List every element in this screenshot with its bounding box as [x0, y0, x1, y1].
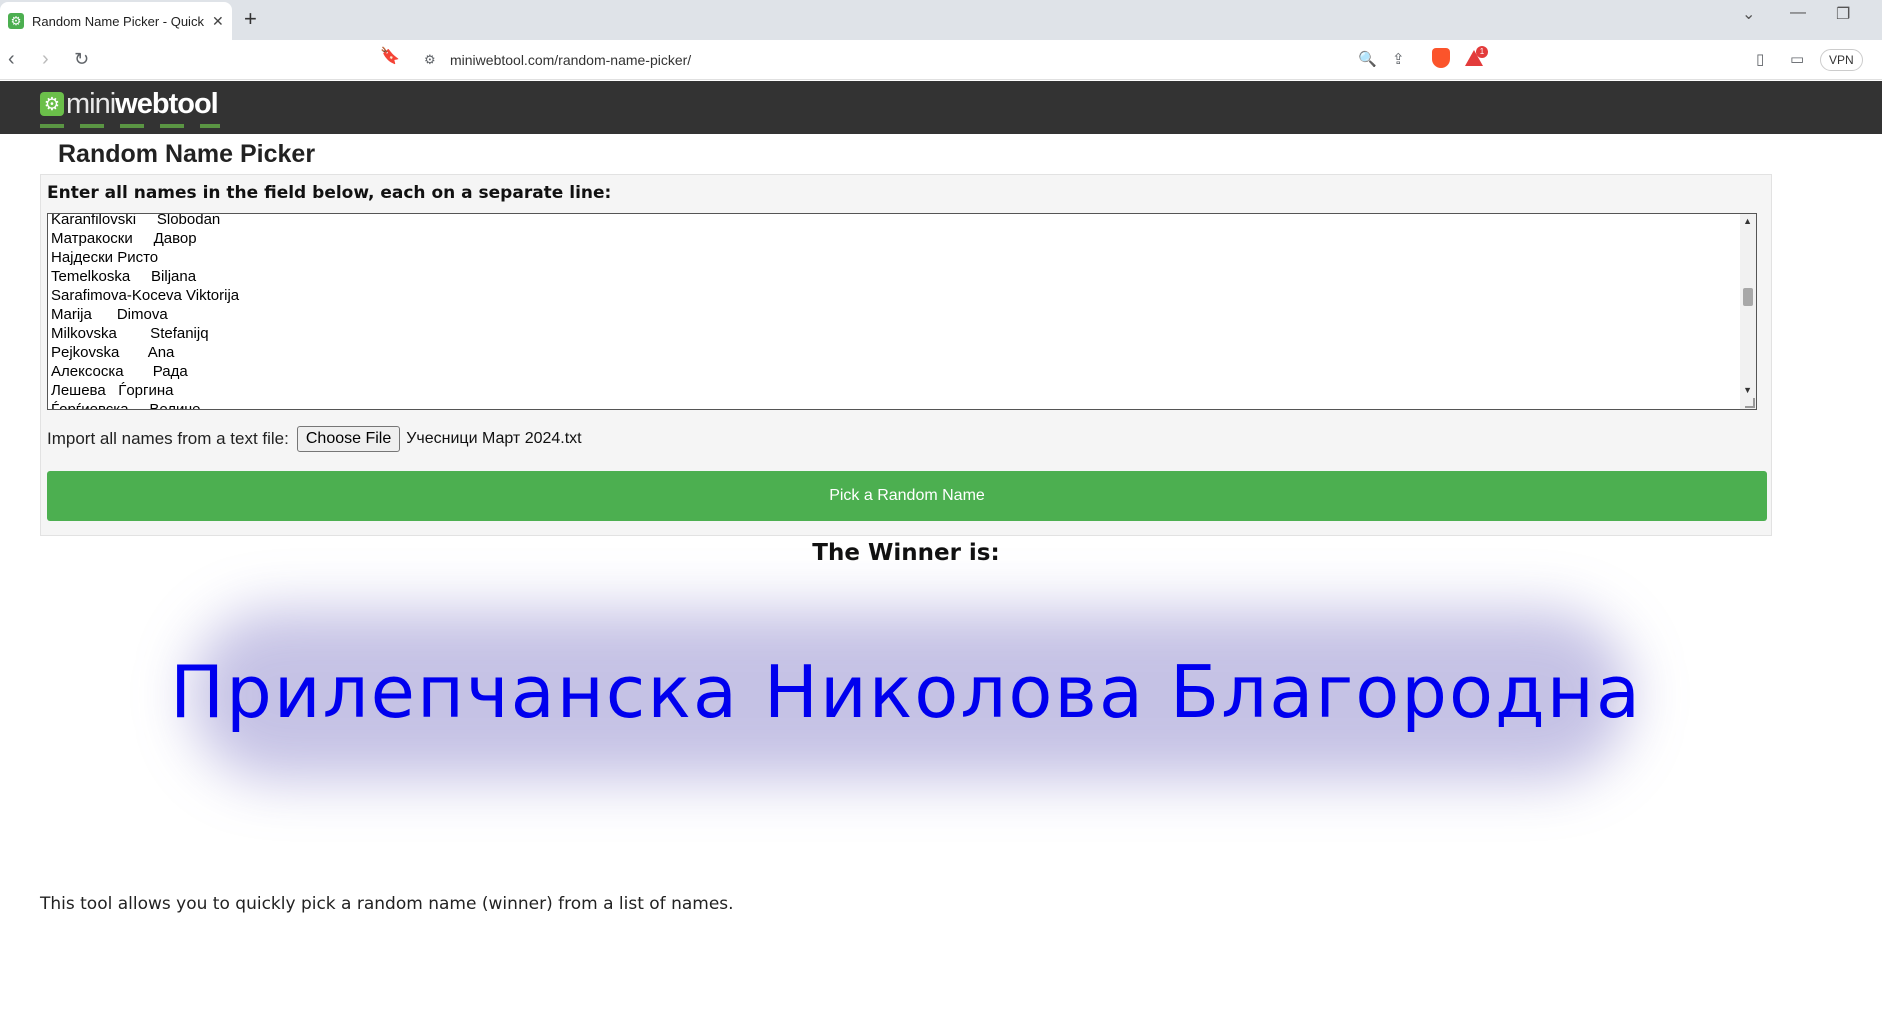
names-list: Karanfilovski Slobodan Матракоски Давор На… [51, 213, 240, 410]
names-textarea[interactable]: Karanfilovski Slobodan Матракоски Давор На… [47, 213, 1757, 410]
winner-label: The Winner is: [812, 540, 1000, 566]
name-line: Sarafimova-Koceva Viktorija [51, 287, 240, 304]
share-icon[interactable]: ⇪ [1392, 50, 1405, 68]
new-tab-icon[interactable]: + [244, 6, 257, 32]
tab-title: Random Name Picker - Quickly [32, 13, 204, 29]
chevron-down-icon[interactable]: ⌄ [1742, 4, 1755, 24]
name-line: Алексоска Рада [51, 363, 188, 380]
pick-random-name-button[interactable]: Pick a Random Name [47, 471, 1767, 521]
logo-text-bold: webtool [115, 87, 219, 120]
wallet-icon[interactable]: ▭ [1790, 50, 1804, 68]
site-settings-icon[interactable]: ⚙ [424, 52, 436, 68]
logo-text-light: mini [66, 87, 116, 120]
import-label: Import all names from a text file: [47, 429, 289, 448]
url-text: miniwebtool.com/random-name-picker/ [450, 52, 692, 68]
scroll-thumb[interactable] [1743, 288, 1753, 306]
resize-grip-icon[interactable] [1745, 398, 1755, 408]
name-line: Матракоски Давор [51, 230, 197, 247]
minimize-icon[interactable]: — [1790, 4, 1806, 22]
sidebar-icon[interactable]: ▯ [1756, 50, 1764, 68]
restore-icon[interactable]: ❐ [1836, 4, 1850, 24]
browser-toolbar: ‹ › ↻ 🔖 ⚙ miniwebtool.com/random-name-pi… [0, 40, 1882, 80]
choose-file-button[interactable]: Choose File [296, 426, 401, 452]
bookmark-icon[interactable]: 🔖 [380, 46, 400, 66]
browser-tab-bar: ⚙ Random Name Picker - Quickly ✕ + ⌄ — ❐ [0, 0, 1882, 40]
name-line: Karanfilovski Slobodan [51, 213, 221, 228]
textarea-scrollbar[interactable]: ▲ ▼ [1740, 214, 1756, 409]
logo-underline [40, 124, 220, 128]
vpn-button[interactable]: VPN [1820, 49, 1863, 71]
site-header: ⚙ mini webtool [0, 81, 1882, 134]
selected-file-name: Учесници Март 2024.txt [406, 430, 582, 447]
name-line: Најдески Ристо [51, 249, 159, 266]
tool-description: This tool allows you to quickly pick a r… [40, 894, 734, 914]
import-row: Import all names from a text file: Choos… [47, 426, 582, 452]
site-logo[interactable]: ⚙ mini webtool [40, 87, 219, 120]
gear-icon: ⚙ [40, 92, 64, 116]
name-line: Milkovska Stefanijq [51, 325, 209, 342]
scroll-down-icon[interactable]: ▼ [1743, 385, 1752, 395]
page-title: Random Name Picker [58, 140, 316, 168]
name-line: Ѓорѓиевска Величе [51, 401, 201, 410]
zoom-icon[interactable]: 🔍 [1358, 50, 1377, 68]
address-bar[interactable]: ⚙ miniwebtool.com/random-name-picker/ [410, 45, 1490, 75]
names-field-label: Enter all names in the field below, each… [47, 183, 612, 203]
name-line: Pejkovska Ana [51, 344, 175, 361]
forward-icon[interactable]: › [42, 48, 49, 71]
name-line: Лешева Ѓоргина [51, 382, 174, 399]
close-icon[interactable]: ✕ [212, 13, 224, 30]
scroll-up-icon[interactable]: ▲ [1743, 216, 1752, 226]
winner-name: Прилепчанска Николова Благородна [170, 650, 1642, 734]
name-line: Temelkoska Biljana [51, 268, 197, 285]
rewards-badge: 1 [1476, 46, 1488, 58]
picker-form: Enter all names in the field below, each… [40, 174, 1772, 536]
gear-icon: ⚙ [8, 13, 24, 29]
brave-shield-icon[interactable] [1432, 48, 1450, 68]
browser-tab[interactable]: ⚙ Random Name Picker - Quickly ✕ [0, 2, 232, 40]
name-line: Marija Dimova [51, 306, 168, 323]
back-icon[interactable]: ‹ [8, 48, 15, 71]
reload-icon[interactable]: ↻ [74, 49, 89, 70]
